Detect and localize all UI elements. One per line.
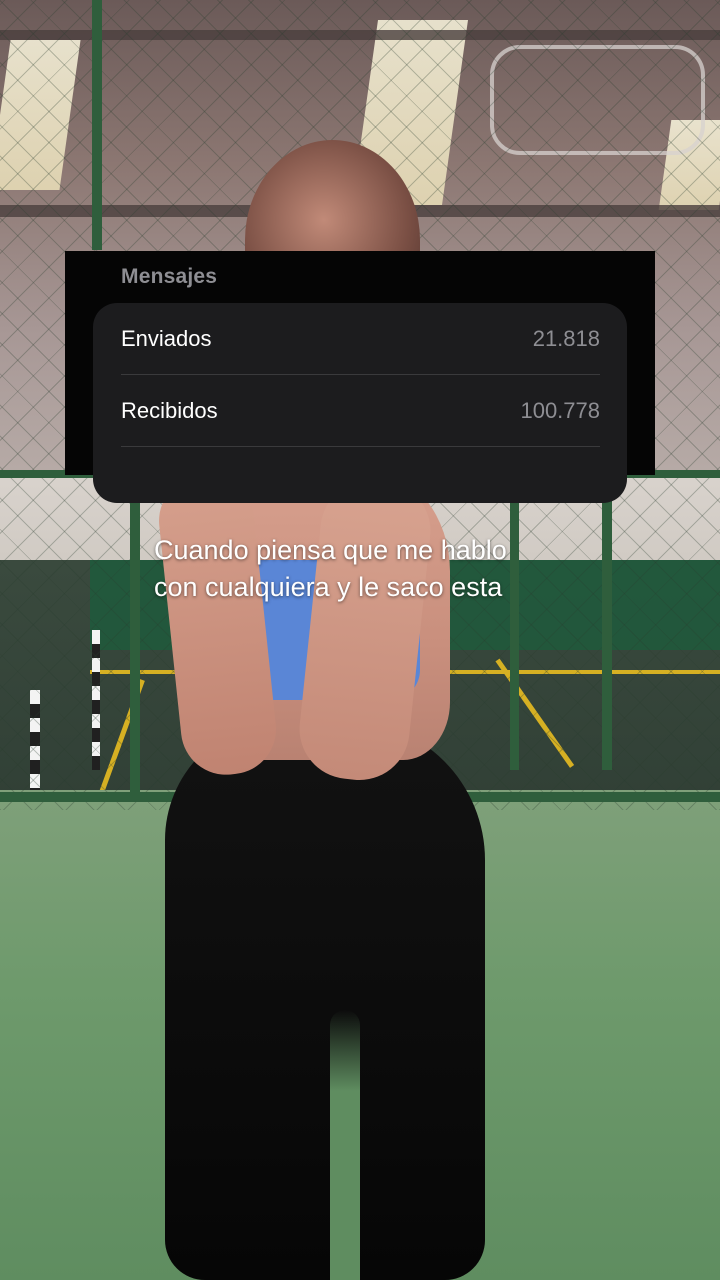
fence-post [602, 470, 612, 770]
fence-post [92, 0, 102, 250]
video-caption: Cuando piensa que me hablo con cualquier… [154, 535, 507, 602]
stats-row-label: Recibidos [121, 397, 218, 423]
person-legs [165, 720, 485, 1280]
video-frame: Mensajes Enviados 21.818 Recibidos 100.7… [0, 0, 720, 1280]
fence-post [130, 470, 140, 800]
stats-row-value: 21.818 [532, 325, 600, 351]
stats-row-label: Enviados [121, 325, 212, 351]
stats-row-received: Recibidos 100.778 [121, 375, 600, 447]
messages-stats-panel: Mensajes Enviados 21.818 Recibidos 100.7… [65, 251, 655, 503]
stats-row-value: 100.778 [520, 397, 600, 423]
stats-card: Enviados 21.818 Recibidos 100.778 [93, 303, 627, 503]
stats-row-sent: Enviados 21.818 [121, 303, 600, 375]
person-leg-gap [330, 1010, 360, 1280]
stats-section-title: Mensajes [121, 265, 218, 288]
fence-post [510, 470, 519, 770]
